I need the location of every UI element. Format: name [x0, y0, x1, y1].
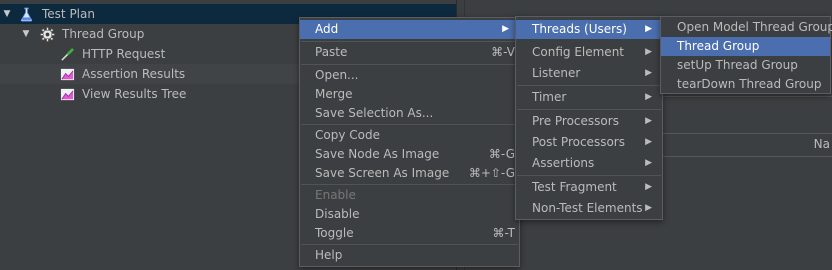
menu-item-enable: Enable [300, 186, 519, 205]
tree-item-label: Assertion Results [82, 67, 186, 81]
menu-item-add[interactable]: Add ▶ [300, 20, 519, 39]
menu-item-label: Open Model Thread Group [677, 20, 832, 34]
menu-item-paste[interactable]: Paste ⌘-V [300, 43, 519, 62]
menu-item-label: Help [315, 248, 343, 262]
expand-arrow-icon[interactable]: ▼ [1, 4, 13, 24]
submenu-arrow-icon: ▶ [645, 137, 652, 147]
menu-item-label: tearDown Thread Group [677, 77, 822, 91]
submenu-arrow-icon: ▶ [645, 92, 652, 102]
menu-item-label: Pre Processors [532, 114, 619, 128]
menu-item-label: Non-Test Elements [532, 201, 643, 215]
menu-separator [517, 109, 661, 110]
menu-item-teardown-thread-group[interactable]: tearDown Thread Group [661, 75, 830, 94]
menu-item-open[interactable]: Open... [300, 66, 519, 85]
submenu-arrow-icon: ▶ [645, 203, 652, 213]
shortcut-label: ⌘-T [492, 226, 515, 240]
menu-item-label: Post Processors [532, 135, 625, 149]
menu-item-save-selection-as[interactable]: Save Selection As... [300, 104, 519, 123]
pipette-icon [61, 48, 74, 61]
menu-item-save-node-as-image[interactable]: Save Node As Image ⌘-G [300, 145, 519, 164]
menu-item-label: Enable [315, 188, 356, 202]
flask-icon [20, 7, 33, 22]
menu-item-label: Disable [315, 207, 360, 221]
gear-icon [40, 27, 55, 42]
menu-item-label: Save Screen As Image [315, 166, 450, 180]
submenu-arrow-icon: ▶ [645, 182, 652, 192]
menu-item-label: Add [315, 22, 339, 36]
menu-item-label: Timer [532, 90, 567, 104]
submenu-arrow-icon: ▶ [645, 116, 652, 126]
chart-icon [60, 88, 75, 101]
menu-item-label: Assertions [532, 156, 595, 170]
menu-item-threads-users[interactable]: Threads (Users) ▶ [516, 20, 662, 39]
menu-item-label: Thread Group [677, 39, 760, 53]
context-menu: Add ▶ Paste ⌘-V Open... Merge Save Selec… [299, 17, 520, 267]
tree-item-label: Thread Group [62, 27, 145, 41]
menu-item-config-element[interactable]: Config Element ▶ [516, 43, 662, 62]
menu-item-listener[interactable]: Listener ▶ [516, 64, 662, 83]
menu-separator [517, 175, 661, 176]
menu-item-setup-thread-group[interactable]: setUp Thread Group [661, 56, 830, 75]
shortcut-label: ⌘+⇧-G [468, 166, 515, 180]
menu-item-non-test-elements[interactable]: Non-Test Elements ▶ [516, 199, 662, 218]
menu-item-open-model-thread-group[interactable]: Open Model Thread Group [661, 18, 832, 37]
menu-item-label: Save Selection As... [315, 106, 434, 120]
submenu-arrow-icon: ▶ [502, 24, 509, 34]
menu-item-label: Paste [315, 45, 348, 59]
menu-item-label: Listener [532, 66, 581, 80]
menu-item-label: Test Fragment [532, 180, 617, 194]
menu-item-pre-processors[interactable]: Pre Processors ▶ [516, 112, 662, 131]
chart-icon [60, 68, 75, 81]
shortcut-label: ⌘-G [488, 147, 515, 161]
menu-item-assertions[interactable]: Assertions ▶ [516, 154, 662, 173]
menu-item-merge[interactable]: Merge [300, 85, 519, 104]
submenu-arrow-icon: ▶ [645, 47, 652, 57]
menu-item-label: Save Node As Image [315, 147, 440, 161]
menu-separator [301, 124, 518, 125]
menu-item-label: Merge [315, 87, 353, 101]
menu-item-thread-group[interactable]: Thread Group [661, 37, 830, 56]
submenu-arrow-icon: ▶ [645, 68, 652, 78]
tree-item-label: View Results Tree [82, 87, 187, 101]
menu-item-copy-code[interactable]: Copy Code [300, 126, 519, 145]
menu-item-help[interactable]: Help [300, 246, 519, 265]
menu-separator [301, 41, 518, 42]
menu-item-timer[interactable]: Timer ▶ [516, 88, 662, 107]
submenu-arrow-icon: ▶ [645, 24, 652, 34]
menu-separator [301, 244, 518, 245]
menu-item-test-fragment[interactable]: Test Fragment ▶ [516, 178, 662, 197]
menu-item-label: Copy Code [315, 128, 380, 142]
menu-item-toggle[interactable]: Toggle ⌘-T [300, 224, 519, 243]
menu-item-label: Toggle [315, 226, 354, 240]
shortcut-label: ⌘-V [491, 45, 515, 59]
menu-separator [301, 184, 518, 185]
threads-submenu: Open Model Thread Group Thread Group set… [660, 16, 832, 94]
menu-item-disable[interactable]: Disable [300, 205, 519, 224]
menu-separator [301, 64, 518, 65]
menu-item-label: setUp Thread Group [677, 58, 798, 72]
menu-item-save-screen-as-image[interactable]: Save Screen As Image ⌘+⇧-G [300, 164, 519, 183]
menu-item-label: Threads (Users) [532, 22, 627, 36]
column-header-name: Na [813, 137, 830, 151]
expand-arrow-icon[interactable]: ▼ [20, 24, 32, 44]
menu-item-post-processors[interactable]: Post Processors ▶ [516, 133, 662, 152]
menu-item-label: Config Element [532, 45, 624, 59]
tree-item-label: HTTP Request [82, 47, 166, 61]
add-submenu: Threads (Users) ▶ Config Element ▶ Liste… [515, 16, 663, 220]
menu-separator [517, 85, 661, 86]
menu-item-label: Open... [315, 68, 359, 82]
submenu-arrow-icon: ▶ [645, 158, 652, 168]
tree-item-label: Test Plan [42, 7, 95, 21]
